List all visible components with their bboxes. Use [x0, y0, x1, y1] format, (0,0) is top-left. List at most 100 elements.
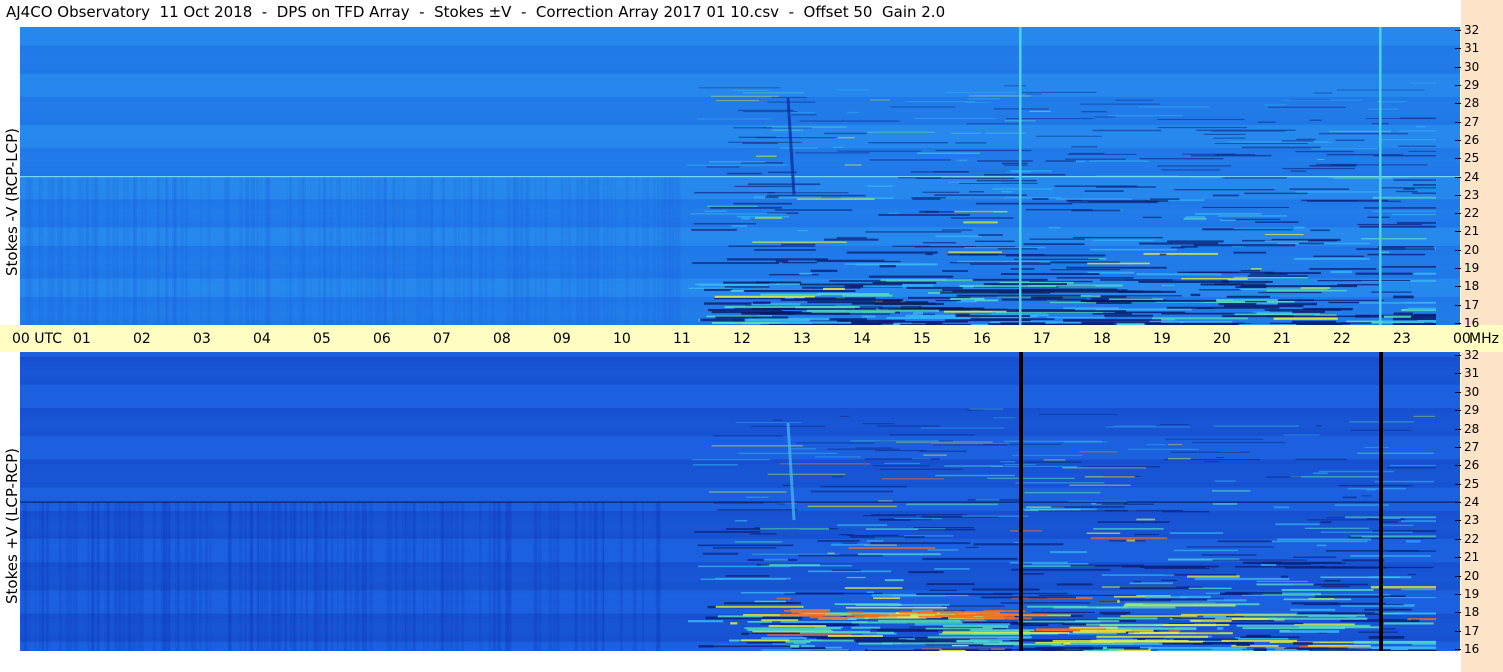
signal-streak	[934, 194, 1027, 196]
signal-streak	[969, 408, 1004, 410]
time-column-texture	[537, 501, 542, 651]
signal-streak	[1320, 531, 1414, 533]
signal-streak	[1073, 236, 1163, 239]
frequency-band	[20, 82, 1460, 88]
low-frequency-burst	[1104, 314, 1153, 317]
signal-streak	[1281, 140, 1314, 142]
frequency-band	[20, 566, 1460, 572]
signal-streak	[1164, 573, 1237, 576]
utc-tick-label: 12	[733, 331, 751, 347]
signal-streak	[1399, 117, 1436, 119]
signal-streak	[1340, 322, 1372, 324]
time-column-texture	[560, 176, 565, 325]
signal-streak	[873, 465, 930, 467]
signal-streak	[993, 417, 1015, 419]
signal-streak	[715, 577, 791, 580]
frequency-tick-label: 31	[1464, 41, 1480, 56]
signal-streak	[977, 649, 1007, 651]
vertical-marker-line	[1019, 352, 1023, 651]
signal-streak	[932, 444, 1007, 446]
signal-streak	[1296, 138, 1316, 140]
low-frequency-burst	[1216, 299, 1278, 302]
frequency-tick-label: 29	[1464, 403, 1480, 418]
time-column-texture	[289, 176, 291, 325]
signal-streak	[1096, 638, 1138, 641]
signal-streak	[700, 318, 745, 322]
time-column-texture	[200, 176, 202, 325]
signal-streak	[1367, 216, 1390, 218]
signal-streak	[1374, 480, 1435, 483]
signal-streak	[1056, 583, 1093, 586]
time-column-texture	[423, 176, 426, 325]
time-column-texture	[540, 176, 542, 325]
time-column-texture	[345, 176, 348, 325]
time-column-texture	[656, 501, 660, 651]
frequency-tick-label: 16	[1464, 316, 1480, 330]
signal-streak	[1172, 617, 1216, 620]
signal-streak	[1372, 196, 1436, 199]
signal-streak	[767, 473, 846, 475]
signal-streak	[973, 543, 1064, 546]
signal-streak	[1304, 527, 1370, 529]
frequency-band	[20, 231, 1460, 237]
signal-streak	[1212, 559, 1307, 561]
signal-streak	[1240, 270, 1260, 272]
signal-streak	[1258, 292, 1322, 294]
signal-streak	[1383, 315, 1411, 318]
frequency-tick-mark	[1455, 483, 1461, 485]
frequency-band	[20, 40, 1460, 46]
signal-streak	[862, 515, 916, 517]
time-column-texture	[398, 176, 400, 325]
signal-streak	[1023, 243, 1085, 246]
signal-streak	[1358, 631, 1398, 633]
signal-streak	[1188, 271, 1274, 274]
time-column-texture	[177, 501, 180, 651]
signal-streak	[915, 177, 1015, 179]
signal-streak	[1194, 577, 1290, 581]
signal-streak	[710, 206, 782, 209]
frequency-band	[20, 380, 1460, 385]
horizontal-interference-line	[20, 501, 1460, 503]
signal-streak	[839, 415, 850, 417]
utc-tick-label: 14	[853, 331, 871, 347]
signal-streak	[1201, 554, 1257, 556]
signal-streak	[849, 536, 925, 538]
frequency-band	[20, 408, 1460, 413]
signal-streak	[947, 181, 1002, 183]
time-column-texture	[362, 501, 367, 651]
low-frequency-burst	[906, 286, 963, 289]
signal-streak	[1325, 550, 1419, 552]
signal-streak	[817, 260, 901, 263]
time-column-texture	[329, 176, 333, 325]
time-column-texture	[546, 176, 548, 325]
frequency-tick-label: 17	[1464, 623, 1480, 638]
signal-streak	[704, 210, 727, 212]
signal-streak	[1069, 484, 1131, 486]
signal-streak	[1093, 116, 1116, 118]
time-column-texture	[184, 501, 189, 651]
signal-streak	[1408, 150, 1436, 152]
time-column-texture	[567, 176, 572, 325]
time-column-texture	[479, 501, 482, 651]
signal-streak	[1161, 579, 1178, 581]
signal-streak	[1066, 199, 1082, 202]
frequency-tick-label: 30	[1464, 59, 1480, 74]
signal-streak	[779, 321, 852, 324]
signal-streak	[1081, 111, 1107, 113]
signal-streak	[1311, 147, 1378, 150]
low-frequency-burst	[880, 279, 973, 282]
signal-streak	[972, 588, 1040, 591]
signal-streak	[810, 490, 894, 493]
signal-streak	[795, 442, 875, 444]
signal-streak	[869, 275, 954, 278]
utc-tick-label: 00 UTC	[12, 331, 63, 347]
signal-streak	[1024, 491, 1101, 494]
signal-streak	[896, 441, 993, 443]
signal-streak	[1159, 423, 1190, 426]
low-frequency-burst	[1096, 635, 1208, 638]
utc-tick-label: 03	[193, 331, 211, 347]
intense-burst	[848, 611, 863, 614]
utc-tick-label: 01	[73, 331, 91, 347]
time-column-texture	[122, 176, 126, 325]
signal-streak	[836, 89, 869, 91]
